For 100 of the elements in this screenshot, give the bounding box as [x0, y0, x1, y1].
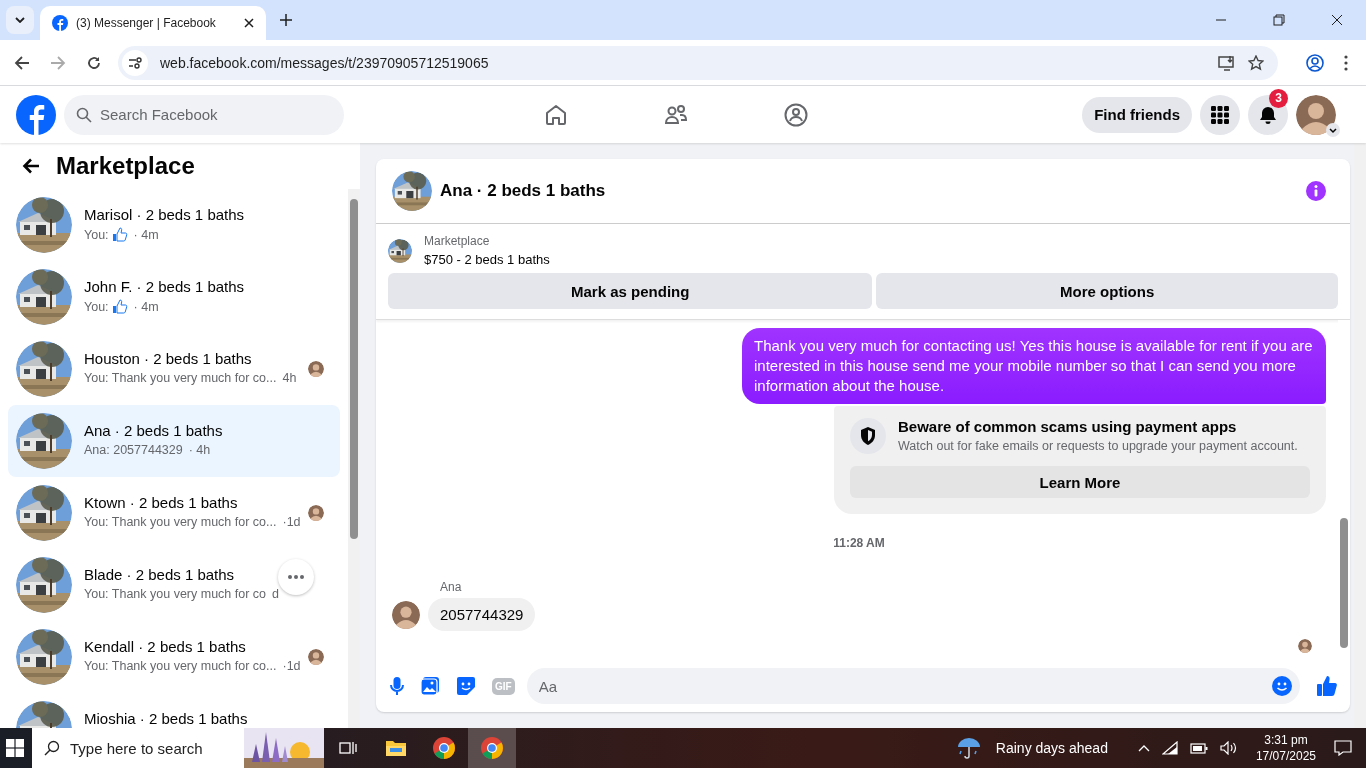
profile-icon[interactable]	[1306, 53, 1324, 72]
scrollbar[interactable]	[348, 189, 360, 728]
read-receipt-avatar	[308, 505, 324, 521]
message-time: · 4h	[188, 443, 211, 457]
conversation-item[interactable]: John F. · 2 beds 1 baths You: · 4m	[8, 261, 340, 333]
message-time: · 4m	[133, 227, 159, 242]
conversation-item[interactable]: Blade · 2 beds 1 baths You: Thank you very much for co d	[8, 549, 340, 621]
message-time: ·1d	[282, 659, 301, 673]
windows-start-icon[interactable]	[6, 739, 24, 757]
conversation-item[interactable]: Ana · 2 beds 1 baths Ana: 2057744329 · 4h	[8, 405, 340, 477]
sidebar-title: Marketplace	[56, 152, 195, 180]
menu-button[interactable]	[1200, 94, 1240, 135]
close-icon[interactable]	[244, 18, 254, 28]
search-icon	[44, 740, 60, 756]
notification-badge: 3	[1269, 88, 1288, 108]
bell-icon	[1258, 104, 1278, 125]
thumbs-up-icon	[111, 299, 128, 314]
chrome-icon	[432, 736, 456, 760]
wifi-icon[interactable]	[1161, 741, 1178, 755]
battery-icon[interactable]	[1189, 742, 1208, 754]
browser-tab[interactable]: (3) Messenger | Facebook	[40, 6, 266, 40]
install-app-icon[interactable]	[1218, 54, 1236, 71]
facebook-logo-icon	[52, 15, 68, 31]
back-icon[interactable]	[22, 158, 40, 174]
conversation-title: Marisol · 2 beds 1 baths	[84, 206, 245, 223]
message-preview: You: Thank you very much for co	[84, 587, 267, 601]
sender-name: Ana	[440, 580, 463, 594]
rain-umbrella-icon[interactable]	[955, 736, 982, 760]
clock-time[interactable]: 3:31 pm	[1264, 732, 1308, 748]
find-friends-button[interactable]: Find friends	[1082, 96, 1192, 133]
conversation-item[interactable]: Kendall · 2 beds 1 baths You: Thank you very much for co... ·1d	[8, 621, 340, 693]
image-icon[interactable]	[420, 676, 440, 696]
thumbs-up-icon	[111, 227, 128, 242]
home-icon[interactable]	[544, 102, 568, 127]
incoming-message: 2057744329	[428, 598, 536, 631]
address-bar[interactable]: web.facebook.com/messages/t/23970905712519065	[118, 45, 1278, 80]
listing-action-button[interactable]: Mark as pending	[388, 273, 873, 309]
message-time: ·1d	[282, 515, 301, 529]
conversation-title: Ana · 2 beds 1 baths	[84, 422, 223, 439]
shield-icon	[850, 418, 886, 454]
more-button[interactable]	[278, 559, 314, 595]
more-icon	[288, 575, 304, 579]
conversation-title: Kendall · 2 beds 1 baths	[84, 638, 246, 655]
info-icon[interactable]	[1306, 181, 1326, 201]
read-receipt-avatar	[308, 361, 324, 377]
facebook-logo-icon[interactable]	[16, 94, 56, 135]
message-preview: Ana: 2057744329	[84, 443, 183, 457]
notice-text: Watch out for fake emails or requests to upgrade your payment account.	[898, 439, 1298, 453]
menu-icon[interactable]	[1344, 54, 1348, 71]
reload-icon[interactable]	[86, 54, 102, 71]
thumbs-up-icon[interactable]	[1316, 675, 1338, 697]
message-preview: You: Thank you very much for co...	[84, 371, 277, 385]
listing-summary: $750 - 2 beds 1 baths	[424, 252, 550, 267]
message-time: · 4m	[133, 299, 159, 314]
conversation-item[interactable]: Marisol · 2 beds 1 baths You: · 4m	[8, 189, 340, 261]
search-field[interactable]: Search Facebook	[64, 94, 344, 135]
restore-icon[interactable]	[1273, 14, 1285, 26]
listing-action-button[interactable]: More options	[876, 273, 1338, 309]
notifications-button[interactable]	[1248, 94, 1288, 135]
message-preview: You: Thank you very much for co...	[84, 659, 277, 673]
message-preview: You:	[84, 227, 109, 242]
groups-icon[interactable]	[784, 102, 808, 127]
site-settings-icon[interactable]	[122, 49, 148, 76]
search-icon	[76, 106, 92, 123]
avatar	[392, 600, 420, 629]
chrome-icon	[480, 736, 504, 760]
speaker-icon[interactable]	[1219, 741, 1238, 755]
sticker-icon[interactable]	[456, 676, 476, 696]
weather-text[interactable]: Rainy days ahead	[995, 740, 1108, 756]
emoji-icon[interactable]	[1272, 676, 1292, 696]
scrollbar[interactable]	[1354, 143, 1366, 728]
star-icon[interactable]	[1248, 54, 1264, 71]
conversation-title: Houston · 2 beds 1 baths	[84, 350, 252, 367]
folder-icon	[385, 739, 407, 757]
learn-more-button[interactable]: Learn More	[850, 466, 1310, 498]
message-preview: You:	[84, 299, 109, 314]
conversation-title: Blade · 2 beds 1 baths	[84, 566, 235, 583]
conversation-item[interactable]: Houston · 2 beds 1 baths You: Thank you very much for co... 4h	[8, 333, 340, 405]
chat-title: Ana · 2 beds 1 baths	[440, 181, 606, 201]
new-tab-icon[interactable]	[280, 14, 292, 26]
task-view-icon	[338, 740, 358, 756]
back-icon[interactable]	[14, 54, 30, 71]
friends-icon[interactable]	[664, 102, 688, 127]
notice-title: Beware of common scams using payment apps	[898, 418, 1238, 435]
chevron-down-icon	[15, 17, 25, 23]
chevron-down-icon[interactable]	[1326, 122, 1340, 137]
chevron-up-icon[interactable]	[1137, 744, 1150, 752]
close-icon[interactable]	[1331, 14, 1343, 26]
conversation-item[interactable]: Ktown · 2 beds 1 baths You: Thank you very much for co... ·1d	[8, 477, 340, 549]
message-time: d	[272, 587, 279, 601]
tab-title: (3) Messenger | Facebook	[76, 16, 217, 30]
notifications-icon[interactable]	[1334, 740, 1352, 756]
url-text: web.facebook.com/messages/t/23970905712519065	[160, 54, 489, 71]
message-field[interactable]: Aa	[526, 668, 1300, 704]
message-time: 4h	[282, 371, 297, 385]
tab-search-button[interactable]	[6, 6, 34, 34]
taskbar-search-field[interactable]: Type here to search	[32, 728, 244, 768]
clock-date[interactable]: 17/07/2025	[1255, 748, 1316, 764]
microphone-icon[interactable]	[390, 676, 404, 696]
outgoing-message: Thank you very much for contacting us! Yes this house is available for rent if you are interested in this house send me your mobile number so that I can send you more information about the house.	[742, 328, 1326, 404]
